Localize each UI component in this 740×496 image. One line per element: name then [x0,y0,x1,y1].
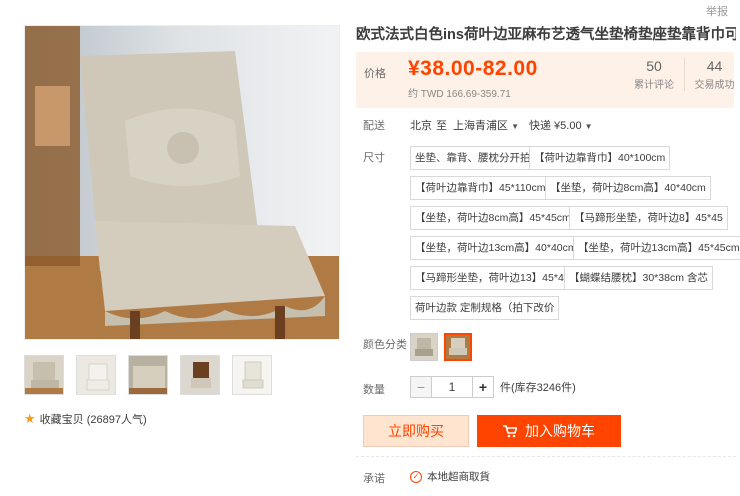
delivery-from: 北京 [410,120,432,132]
price-twd: 约 TWD 166.69-359.71 [408,89,511,100]
thumbnail-1[interactable] [24,355,64,395]
price-value: ¥38.00-82.00 [408,57,538,80]
size-option[interactable]: 【蝴蝶结腰枕】30*38cm 含芯 [564,266,713,290]
color-label: 颜色分类 [363,339,407,351]
size-option[interactable]: 【坐垫，荷叶边13cm高】45*45cm [573,236,740,260]
size-label: 尺寸 [363,152,385,164]
price-label: 价格 [364,68,386,80]
star-icon: ★ [24,411,36,426]
report-link[interactable]: 举报 [706,3,728,19]
thumbnail-3[interactable] [128,355,168,395]
color-swatch-2[interactable] [444,333,472,361]
promise-label: 承诺 [363,473,385,485]
delivery-label: 配送 [363,120,385,132]
stat-trades-label: 交易成功 [694,80,735,91]
cart-icon [503,417,518,449]
add-to-cart-label: 加入购物车 [525,423,595,439]
delivery-row: 北京 至 上海青浦区 ▼ 快递 ¥5.00 ▼ [410,117,593,133]
size-option[interactable]: 荷叶边款 定制规格（拍下改价 [410,296,560,320]
stat-trades[interactable]: 44 交易成功 [684,58,740,91]
buy-now-button[interactable]: 立即购买 [363,415,469,447]
quantity-decrease-button[interactable]: − [410,376,432,398]
delivery-destination-select[interactable]: 上海青浦区 ▼ [453,117,519,133]
stat-reviews-label: 累计评论 [634,80,674,91]
delivery-destination: 上海青浦区 [453,120,508,132]
size-option[interactable]: 【荷叶边靠背巾】40*100cm [529,146,671,170]
favorite-text: 收藏宝贝 (26897人气) [39,414,147,426]
product-title: 欧式法式白色ins荷叶边亚麻布艺透气坐垫椅垫座垫靠背巾可拆洗 [356,27,736,43]
stat-reviews[interactable]: 50 累计评论 [624,58,684,91]
delivery-to-word: 至 [436,120,447,132]
size-option[interactable]: 【坐垫，荷叶边13cm高】40*40cm [410,236,582,260]
size-option[interactable]: 【坐垫，荷叶边8cm高】40*40cm [545,176,711,200]
express-select[interactable]: 快递 ¥5.00 ▼ [529,117,593,133]
divider [356,456,736,457]
color-swatch-1[interactable] [410,333,438,361]
check-circle-icon: ✓ [410,470,422,483]
promise-item: ✓ 本地超商取貨 [410,469,490,484]
stat-trades-count: 44 [706,58,723,74]
quantity-label: 数量 [363,384,385,396]
add-to-cart-button[interactable]: 加入购物车 [477,415,621,447]
chevron-down-icon: ▼ [584,122,593,131]
price-panel: 价格 ¥38.00-82.00 约 TWD 166.69-359.71 50 累… [356,52,735,108]
thumbnail-strip [24,355,272,395]
quantity-input[interactable]: 1 [432,376,472,398]
size-option[interactable]: 坐垫、靠背、腰枕分开拍 [410,146,536,170]
promise-text: 本地超商取貨 [427,471,490,483]
chevron-down-icon: ▼ [511,122,519,131]
thumbnail-5[interactable] [232,355,272,395]
size-option[interactable]: 【马蹄形坐垫，荷叶边13】45*45 [410,266,575,290]
favorite-link[interactable]: ★ 收藏宝贝 (26897人气) [24,411,147,427]
size-option[interactable]: 【荷叶边靠背巾】45*110cm [410,176,551,200]
color-options [410,333,472,361]
stock-text: 件(库存3246件) [500,382,576,394]
main-product-image [24,25,340,340]
quantity-increase-button[interactable]: + [472,376,494,398]
size-option[interactable]: 【马蹄形坐垫，荷叶边8】45*45 [569,206,728,230]
size-option[interactable]: 【坐垫，荷叶边8cm高】45*45cm [410,206,576,230]
thumbnail-4[interactable] [180,355,220,395]
thumbnail-2[interactable] [76,355,116,395]
express-fee: 快递 ¥5.00 [528,120,582,132]
stat-reviews-count: 50 [646,58,662,74]
quantity-stepper: − 1 + 件(库存3246件) [410,376,576,398]
